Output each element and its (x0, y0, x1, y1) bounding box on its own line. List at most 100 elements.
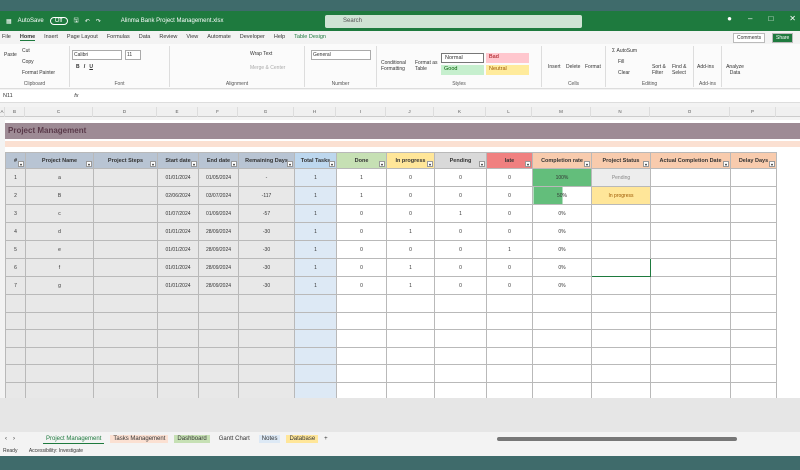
empty-cell[interactable] (730, 346, 777, 365)
table-cell[interactable]: 6 (5, 258, 26, 277)
table-cell[interactable]: 0 (486, 222, 533, 241)
table-cell[interactable]: 0 (434, 276, 487, 295)
empty-cell[interactable] (532, 381, 592, 400)
table-cell[interactable]: 0 (336, 258, 387, 277)
tab-help[interactable]: Help (274, 34, 285, 40)
empty-cell[interactable] (434, 346, 487, 365)
column-header-k[interactable]: K (434, 107, 486, 117)
table-cell[interactable]: a (25, 168, 94, 187)
table-cell[interactable]: 0 (386, 204, 435, 223)
filter-dropdown-icon[interactable]: ▾ (769, 161, 775, 167)
file-name[interactable]: Alinma Bank Project Management.xlsx (121, 18, 224, 24)
empty-cell[interactable] (294, 381, 337, 400)
empty-cell[interactable] (532, 346, 592, 365)
tab-review[interactable]: Review (159, 34, 177, 40)
maximize-icon[interactable]: □ (768, 14, 773, 23)
empty-cell[interactable] (434, 311, 487, 330)
table-cell[interactable]: 1 (434, 204, 487, 223)
empty-cell[interactable] (486, 311, 533, 330)
table-cell[interactable]: 0 (434, 186, 487, 205)
analyze-data-button[interactable]: Analyze Data (724, 64, 746, 76)
prev-sheet-icon[interactable]: ‹ (5, 436, 7, 442)
table-cell[interactable] (591, 204, 651, 223)
tab-table-design[interactable]: Table Design (294, 34, 326, 40)
empty-cell[interactable] (336, 346, 387, 365)
empty-cell[interactable] (650, 364, 731, 383)
next-sheet-icon[interactable]: › (13, 436, 15, 442)
filter-dropdown-icon[interactable]: ▾ (379, 161, 385, 167)
empty-cell[interactable] (591, 329, 651, 348)
filter-dropdown-icon[interactable]: ▾ (287, 161, 293, 167)
empty-cell[interactable] (532, 364, 592, 383)
fill-button[interactable]: Fill (618, 59, 624, 65)
autosum-button[interactable]: Σ AutoSum (612, 48, 637, 54)
table-cell[interactable]: -30 (238, 240, 295, 259)
table-cell[interactable]: 0% (532, 276, 592, 295)
table-cell[interactable]: 28/09/2024 (198, 222, 239, 241)
empty-cell[interactable] (238, 294, 295, 313)
empty-cell[interactable] (25, 329, 94, 348)
empty-cell[interactable] (386, 364, 435, 383)
format-cells-button[interactable]: Format (585, 64, 601, 70)
table-cell[interactable]: 03/07/2024 (198, 186, 239, 205)
empty-cell[interactable] (5, 294, 26, 313)
table-cell[interactable]: 01/05/2024 (198, 168, 239, 187)
empty-cell[interactable] (486, 364, 533, 383)
table-cell[interactable]: 1 (486, 240, 533, 259)
table-cell[interactable]: 0% (532, 222, 592, 241)
table-cell[interactable]: g (25, 276, 94, 295)
table-cell[interactable]: 0 (486, 168, 533, 187)
empty-cell[interactable] (157, 364, 199, 383)
table-cell[interactable]: 01/01/2024 (157, 276, 199, 295)
table-cell[interactable]: -117 (238, 186, 295, 205)
style-normal[interactable]: Normal (441, 53, 484, 63)
empty-cell[interactable] (486, 294, 533, 313)
table-cell[interactable] (591, 258, 651, 277)
table-cell[interactable]: 01/01/2024 (157, 168, 199, 187)
empty-cell[interactable] (336, 381, 387, 400)
empty-cell[interactable] (650, 311, 731, 330)
table-cell[interactable] (650, 222, 731, 241)
table-cell[interactable]: 01/01/2024 (157, 222, 199, 241)
empty-cell[interactable] (591, 381, 651, 400)
column-header-g[interactable]: G (238, 107, 294, 117)
table-cell[interactable]: 1 (386, 276, 435, 295)
table-cell[interactable]: Pending (591, 168, 651, 187)
paste-button[interactable]: Paste (4, 52, 17, 58)
table-cell[interactable]: 1 (386, 222, 435, 241)
table-cell[interactable] (730, 186, 777, 205)
tab-developer[interactable]: Developer (240, 34, 265, 40)
empty-cell[interactable] (730, 381, 777, 400)
empty-cell[interactable] (730, 364, 777, 383)
empty-cell[interactable] (650, 381, 731, 400)
empty-cell[interactable] (93, 311, 158, 330)
table-cell[interactable] (730, 276, 777, 295)
empty-cell[interactable] (591, 294, 651, 313)
empty-cell[interactable] (93, 294, 158, 313)
table-cell[interactable]: 1 (336, 186, 387, 205)
empty-cell[interactable] (238, 364, 295, 383)
table-cell[interactable] (591, 222, 651, 241)
column-header-h[interactable]: H (294, 107, 336, 117)
accessibility-status[interactable]: Accessibility: Investigate (29, 448, 83, 454)
tab-home[interactable]: Home (19, 34, 36, 41)
empty-cell[interactable] (5, 364, 26, 383)
sheet-tab-dashboard[interactable]: Dashboard (174, 435, 210, 443)
table-cell[interactable] (93, 276, 158, 295)
table-cell[interactable]: 0 (486, 276, 533, 295)
cut-button[interactable]: Cut (22, 48, 30, 54)
empty-cell[interactable] (434, 294, 487, 313)
table-cell[interactable] (730, 222, 777, 241)
filter-dropdown-icon[interactable]: ▾ (329, 161, 335, 167)
find-select-button[interactable]: Find & Select (672, 64, 690, 76)
font-size-select[interactable]: 11 (125, 50, 141, 60)
copy-button[interactable]: Copy (22, 59, 34, 65)
empty-cell[interactable] (386, 329, 435, 348)
empty-cell[interactable] (730, 311, 777, 330)
format-as-table-button[interactable]: Format as Table (415, 60, 439, 72)
empty-cell[interactable] (532, 311, 592, 330)
column-header-e[interactable]: E (157, 107, 198, 117)
search-box[interactable]: Search (325, 15, 582, 28)
table-cell[interactable]: f (25, 258, 94, 277)
table-cell[interactable]: d (25, 222, 94, 241)
